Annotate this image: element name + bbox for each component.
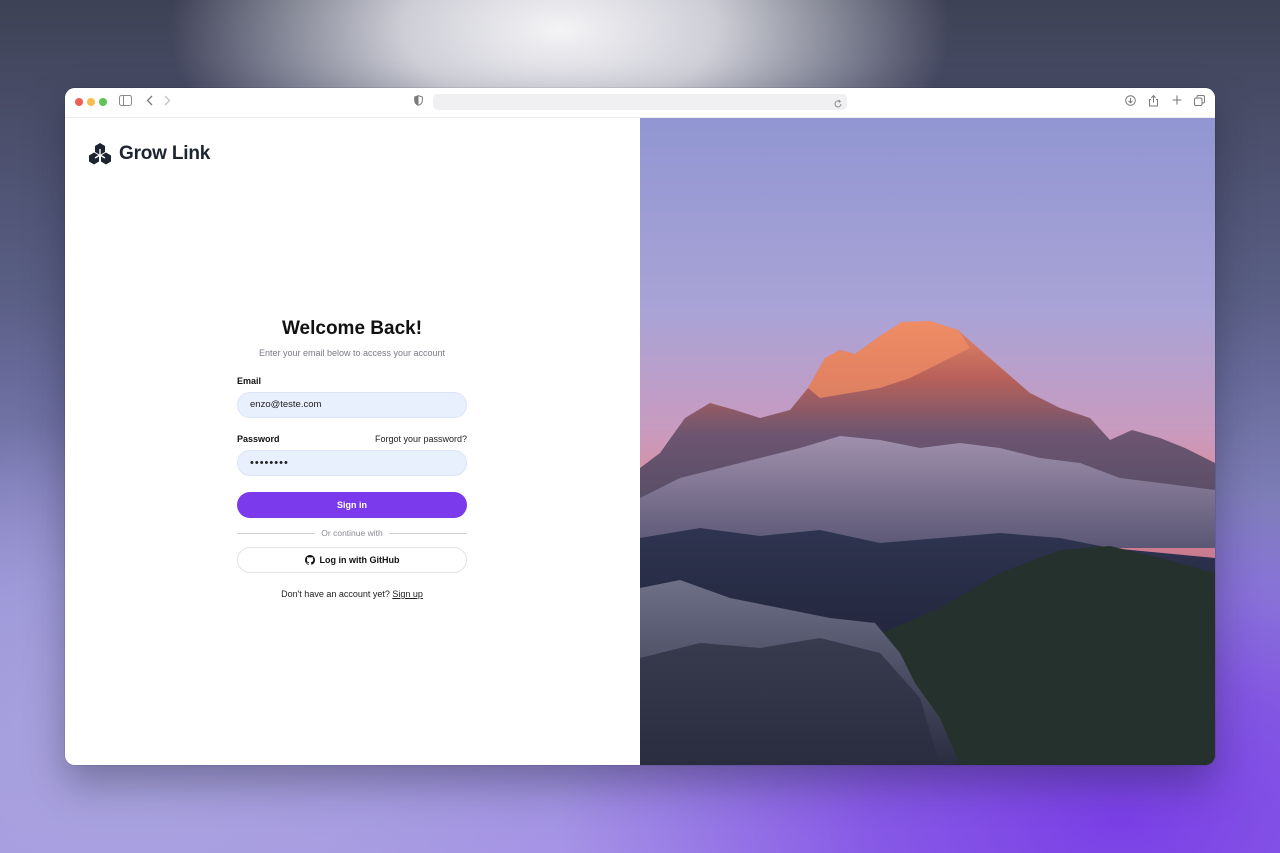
password-label: Password (237, 434, 280, 444)
password-field[interactable]: •••••••• (237, 450, 467, 476)
divider: Or continue with (237, 528, 468, 538)
email-field[interactable]: enzo@teste.com (237, 392, 467, 418)
browser-window: Grow Link Welcome Back! Enter your email… (65, 88, 1215, 765)
new-tab-icon[interactable] (1172, 95, 1182, 109)
signup-prompt: Don't have an account yet? (281, 589, 390, 599)
shield-icon[interactable] (414, 95, 423, 110)
github-login-label: Log in with GitHub (319, 555, 400, 565)
page-title: Welcome Back! (281, 318, 423, 339)
tabs-icon[interactable] (1194, 95, 1205, 110)
brand-name: Grow Link (119, 143, 211, 164)
brand[interactable]: Grow Link (87, 141, 210, 167)
page-subtitle: Enter your email below to access your ac… (258, 348, 446, 358)
login-panel: Grow Link Welcome Back! Enter your email… (65, 118, 640, 765)
divider-line-left (237, 532, 316, 534)
sidebar-icon[interactable] (119, 95, 132, 110)
sign-in-button[interactable]: Sign in (237, 492, 467, 518)
signup-link[interactable]: Sign up (392, 589, 423, 599)
address-bar[interactable] (433, 94, 847, 110)
forgot-password-link[interactable]: Forgot your password? (375, 434, 467, 444)
minimize-window-button[interactable] (87, 98, 95, 106)
github-login-button[interactable]: Log in with GitHub (237, 547, 467, 573)
email-label: Email (237, 376, 262, 386)
signup-row: Don't have an account yet? Sign up (237, 589, 467, 599)
download-icon[interactable] (1125, 95, 1136, 110)
close-window-button[interactable] (75, 98, 83, 106)
browser-toolbar (65, 88, 1215, 118)
reload-icon[interactable] (833, 96, 843, 114)
back-icon[interactable] (146, 95, 153, 110)
maximize-window-button[interactable] (99, 98, 107, 106)
hero-image (640, 118, 1215, 765)
mountain-illustration (640, 118, 1215, 765)
login-form: Welcome Back! Enter your email below to … (237, 318, 468, 599)
divider-line-right (388, 532, 468, 534)
grow-link-logo-icon (89, 143, 111, 165)
github-icon (304, 555, 315, 565)
forward-icon[interactable] (164, 95, 171, 110)
share-icon[interactable] (1148, 94, 1159, 111)
password-label-row: Password Forgot your password? (237, 434, 467, 444)
divider-label: Or continue with (321, 528, 383, 538)
